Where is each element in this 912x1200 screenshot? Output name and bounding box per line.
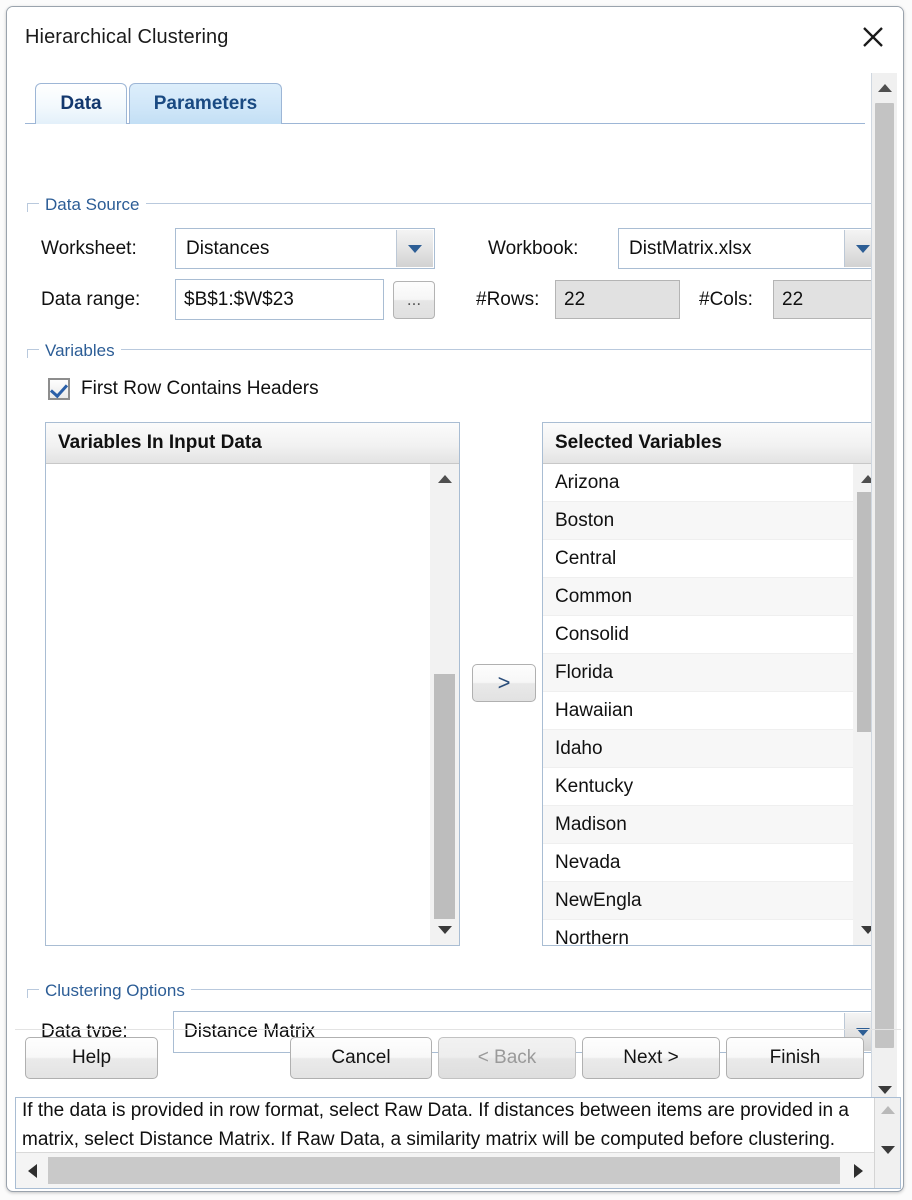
data-range-label: Data range:: [41, 289, 140, 311]
data-source-group-label: Data Source: [39, 195, 146, 215]
data-range-input[interactable]: $B$1:$W$23: [175, 279, 384, 320]
input-variables-list[interactable]: [46, 464, 430, 945]
scroll-left-icon[interactable]: [18, 1153, 46, 1188]
selected-variables-listbox[interactable]: Selected Variables ArizonaBostonCentralC…: [542, 422, 883, 946]
scrollbar-thumb[interactable]: [434, 674, 455, 919]
list-item[interactable]: Northern: [543, 920, 853, 945]
list-item[interactable]: Common: [543, 578, 853, 616]
list-item[interactable]: Boston: [543, 502, 853, 540]
dialog-content: Parameters Data Data Source Worksheet: D…: [15, 73, 897, 1105]
scrollbar-thumb[interactable]: [48, 1157, 840, 1184]
cols-label: #Cols:: [699, 289, 753, 311]
list-item[interactable]: Hawaiian: [543, 692, 853, 730]
scroll-up-icon[interactable]: [872, 75, 897, 101]
rows-label: #Rows:: [476, 289, 539, 311]
group-border-side: [27, 989, 28, 998]
hierarchical-clustering-dialog: Hierarchical Clustering Parameters Data: [6, 6, 904, 1192]
back-button: < Back: [438, 1037, 576, 1079]
data-range-value: $B$1:$W$23: [184, 289, 294, 311]
input-variables-scrollbar[interactable]: [430, 464, 459, 945]
clustering-options-group-label: Clustering Options: [39, 981, 191, 1001]
next-button[interactable]: Next >: [582, 1037, 720, 1079]
workbook-label: Workbook:: [488, 238, 578, 260]
check-icon: [50, 380, 68, 399]
list-item[interactable]: Florida: [543, 654, 853, 692]
workbook-select[interactable]: DistMatrix.xlsx: [618, 228, 883, 269]
first-row-headers-checkbox[interactable]: [48, 378, 70, 400]
status-help-area: If the data is provided in row format, s…: [15, 1097, 901, 1189]
scroll-up-icon[interactable]: [875, 1098, 900, 1122]
tab-data[interactable]: Data: [35, 83, 127, 124]
tab-parameters[interactable]: Parameters: [129, 83, 282, 124]
close-icon[interactable]: [856, 21, 890, 53]
selected-variables-header: Selected Variables: [543, 423, 882, 464]
selected-variables-list[interactable]: ArizonaBostonCentralCommonConsolidFlorid…: [543, 464, 853, 945]
scroll-up-icon[interactable]: [430, 466, 459, 492]
list-item[interactable]: Idaho: [543, 730, 853, 768]
list-item[interactable]: Nevada: [543, 844, 853, 882]
dialog-content-pane: Parameters Data Data Source Worksheet: D…: [15, 73, 897, 1105]
worksheet-select[interactable]: Distances: [175, 228, 435, 269]
rows-value: 22: [564, 289, 585, 311]
group-border-side: [27, 349, 28, 358]
cols-value: 22: [782, 289, 803, 311]
scroll-right-icon[interactable]: [844, 1153, 872, 1188]
dialog-title: Hierarchical Clustering: [25, 26, 228, 49]
input-variables-header-label: Variables In Input Data: [58, 432, 262, 454]
input-variables-listbox[interactable]: Variables In Input Data: [45, 422, 460, 946]
first-row-headers-checkbox-row[interactable]: First Row Contains Headers: [48, 378, 319, 400]
status-vertical-scrollbar[interactable]: [874, 1098, 900, 1188]
list-item[interactable]: Central: [543, 540, 853, 578]
scrollbar-thumb[interactable]: [875, 103, 894, 1048]
workbook-value: DistMatrix.xlsx: [629, 238, 751, 260]
scroll-down-icon[interactable]: [875, 1138, 900, 1162]
dialog-titlebar: Hierarchical Clustering: [7, 7, 903, 64]
browse-range-button[interactable]: ...: [393, 281, 435, 319]
variables-group-label: Variables: [39, 341, 121, 361]
finish-button[interactable]: Finish: [726, 1037, 864, 1079]
cancel-button[interactable]: Cancel: [290, 1037, 432, 1079]
status-horizontal-scrollbar[interactable]: [16, 1152, 874, 1188]
rows-value-field: 22: [555, 280, 680, 319]
list-item[interactable]: Kentucky: [543, 768, 853, 806]
group-border-side: [27, 203, 28, 212]
move-to-selected-button[interactable]: >: [472, 664, 536, 702]
group-border-line: [27, 203, 873, 204]
dialog-vertical-scrollbar[interactable]: [871, 73, 897, 1105]
first-row-headers-label: First Row Contains Headers: [81, 378, 319, 400]
list-item[interactable]: Arizona: [543, 464, 853, 502]
tabstrip: Parameters Data: [25, 81, 865, 124]
scroll-down-icon[interactable]: [430, 917, 459, 943]
screen: Hierarchical Clustering Parameters Data: [0, 0, 912, 1200]
list-item[interactable]: Consolid: [543, 616, 853, 654]
divider: [15, 1029, 901, 1030]
selected-variables-header-label: Selected Variables: [555, 432, 722, 454]
group-border-line: [27, 349, 873, 350]
help-button[interactable]: Help: [25, 1037, 158, 1079]
input-variables-header: Variables In Input Data: [46, 423, 459, 464]
worksheet-value: Distances: [186, 238, 269, 260]
list-item[interactable]: Madison: [543, 806, 853, 844]
worksheet-label: Worksheet:: [41, 238, 137, 260]
chevron-down-icon[interactable]: [396, 230, 433, 267]
list-item[interactable]: NewEngla: [543, 882, 853, 920]
